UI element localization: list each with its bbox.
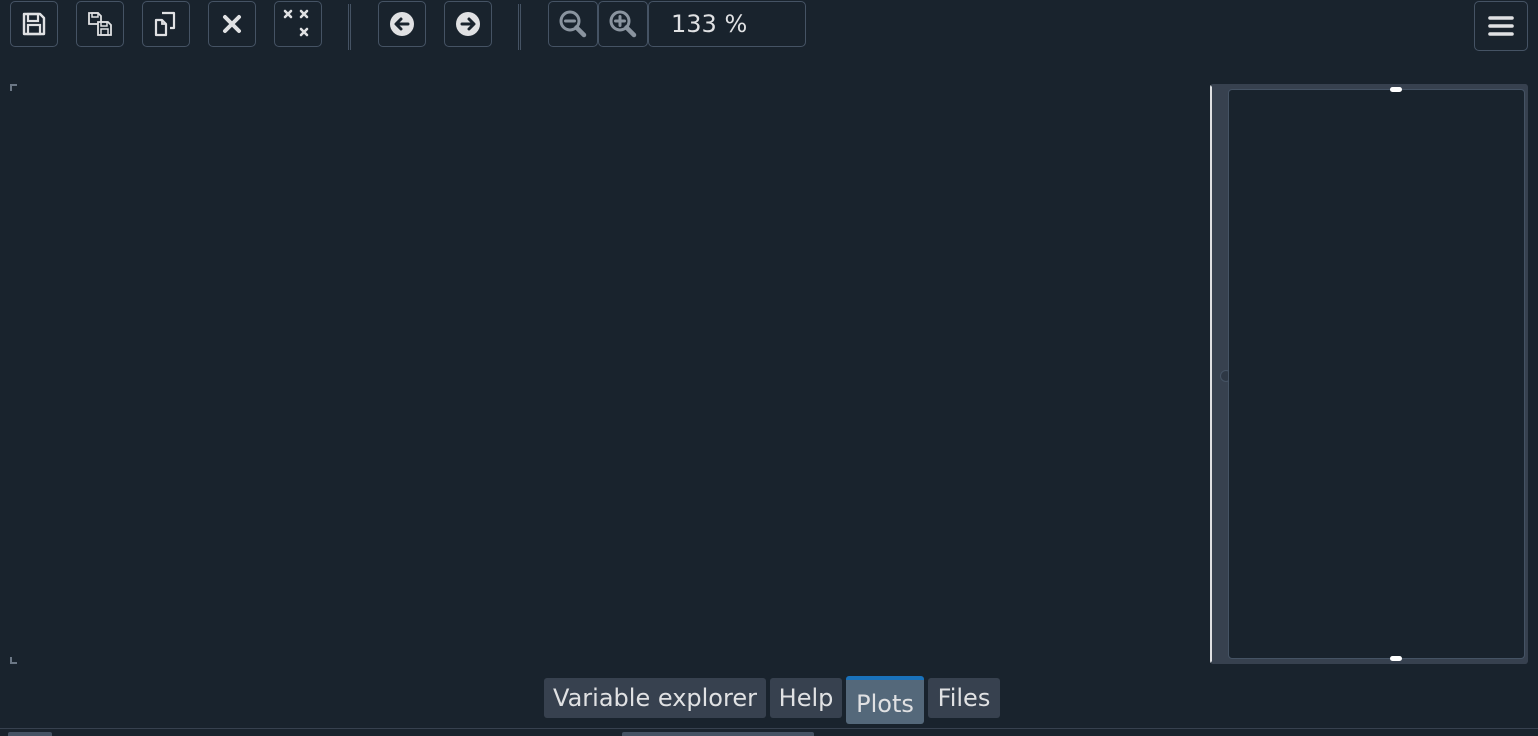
- plots-toolbar: 133 %: [0, 0, 1538, 54]
- close-x-icon: [220, 12, 244, 36]
- figure-canvas[interactable]: [10, 84, 1204, 664]
- hamburger-menu-icon: [1488, 14, 1514, 38]
- tab-variable-explorer[interactable]: Variable explorer: [544, 678, 766, 718]
- thumbnail-scrollbar-panel: [1210, 84, 1528, 664]
- status-bar-segment: [8, 732, 52, 736]
- thumbnail-list[interactable]: [1228, 87, 1525, 661]
- zoom-in-icon: [608, 9, 638, 39]
- zoom-level-field[interactable]: 133 %: [648, 1, 806, 47]
- copy-plot-button[interactable]: [142, 1, 190, 47]
- multiple-floppy-icon: [86, 10, 114, 38]
- tab-help[interactable]: Help: [770, 678, 842, 718]
- options-menu-button[interactable]: [1474, 1, 1528, 51]
- canvas-corner-marker: [10, 84, 17, 91]
- remove-plot-button[interactable]: [208, 1, 256, 47]
- zoom-out-icon: [558, 9, 588, 39]
- scroll-down-indicator: [1390, 656, 1402, 661]
- zoom-in-button[interactable]: [598, 1, 648, 47]
- save-plot-button[interactable]: [10, 1, 58, 47]
- remove-all-plots-button[interactable]: [274, 1, 322, 47]
- toolbar-separator: [518, 4, 521, 50]
- copy-icon: [152, 10, 180, 38]
- status-bar-segment: [622, 732, 814, 736]
- previous-plot-button[interactable]: [378, 1, 426, 47]
- tab-plots[interactable]: Plots: [846, 676, 924, 724]
- multiple-x-icon: [282, 8, 314, 40]
- zoom-out-button[interactable]: [548, 1, 598, 47]
- next-plot-button[interactable]: [444, 1, 492, 47]
- tab-files[interactable]: Files: [928, 678, 1000, 718]
- save-all-plots-button[interactable]: [76, 1, 124, 47]
- arrow-right-circle-icon: [454, 10, 482, 38]
- scroll-up-indicator: [1390, 87, 1402, 92]
- canvas-corner-marker: [10, 657, 17, 664]
- floppy-disk-icon: [21, 11, 47, 37]
- toolbar-separator: [348, 4, 351, 50]
- pane-tab-bar: Variable explorer Help Plots Files: [0, 676, 1538, 724]
- arrow-left-circle-icon: [388, 10, 416, 38]
